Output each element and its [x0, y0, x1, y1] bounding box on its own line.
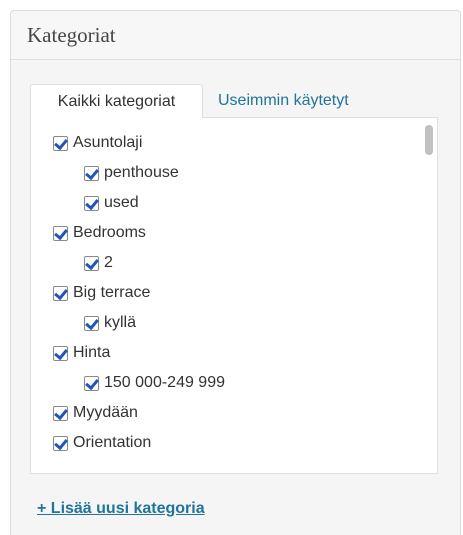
category-label: Myydään: [73, 404, 138, 421]
category-item-myydaan[interactable]: Myydään: [53, 401, 138, 425]
metabox-header: Kategoriat: [11, 11, 460, 60]
checkbox-checked[interactable]: [84, 375, 99, 391]
category-item-used[interactable]: used: [84, 191, 139, 215]
checkbox-checked[interactable]: [53, 285, 68, 301]
tab-most-used[interactable]: Useimmin käytetyt: [218, 84, 349, 118]
category-item-orientation[interactable]: Orientation: [53, 431, 151, 455]
category-item-hinta[interactable]: Hinta: [53, 341, 110, 365]
checkbox-checked[interactable]: [84, 315, 99, 331]
checkbox-checked[interactable]: [53, 405, 68, 421]
checkbox-checked[interactable]: [53, 345, 68, 361]
category-label: used: [104, 194, 139, 211]
checkbox-checked[interactable]: [53, 135, 68, 151]
tab-all-categories[interactable]: Kaikki kategoriat: [30, 84, 203, 118]
category-label: 150 000-249 999: [104, 374, 225, 391]
category-label: 2: [104, 254, 113, 271]
add-new-category-link[interactable]: + Lisää uusi kategoria: [37, 500, 205, 518]
category-label: kyllä: [104, 314, 137, 331]
checkbox-checked[interactable]: [84, 165, 99, 181]
category-item-penthouse[interactable]: penthouse: [84, 161, 179, 185]
vertical-scrollbar[interactable]: [421, 118, 437, 473]
category-item-price-range[interactable]: 150 000-249 999: [84, 371, 225, 395]
checkbox-checked[interactable]: [53, 225, 68, 241]
category-item-2[interactable]: 2: [84, 251, 113, 275]
category-item-kylla[interactable]: kyllä: [84, 311, 136, 335]
category-label: Big terrace: [73, 284, 151, 301]
checkbox-checked[interactable]: [84, 255, 99, 271]
category-item-bedrooms[interactable]: Bedrooms: [53, 221, 146, 245]
checkbox-checked[interactable]: [84, 195, 99, 211]
category-item-asuntolaji[interactable]: Asuntolaji: [53, 131, 142, 155]
scrollbar-thumb[interactable]: [425, 125, 433, 155]
category-label: Asuntolaji: [73, 134, 143, 151]
category-label: Orientation: [73, 434, 152, 451]
category-label: Hinta: [73, 344, 111, 361]
metabox-title: Kategoriat: [27, 23, 116, 47]
category-checklist: Asuntolaji penthouse used Bedrooms 2 Big…: [30, 117, 438, 474]
category-item-big-terrace[interactable]: Big terrace: [53, 281, 150, 305]
category-label: Bedrooms: [73, 224, 146, 241]
categories-metabox: Kategoriat Kaikki kategoriat Useimmin kä…: [10, 10, 461, 535]
checkbox-checked[interactable]: [53, 435, 68, 451]
category-label: penthouse: [104, 164, 179, 181]
